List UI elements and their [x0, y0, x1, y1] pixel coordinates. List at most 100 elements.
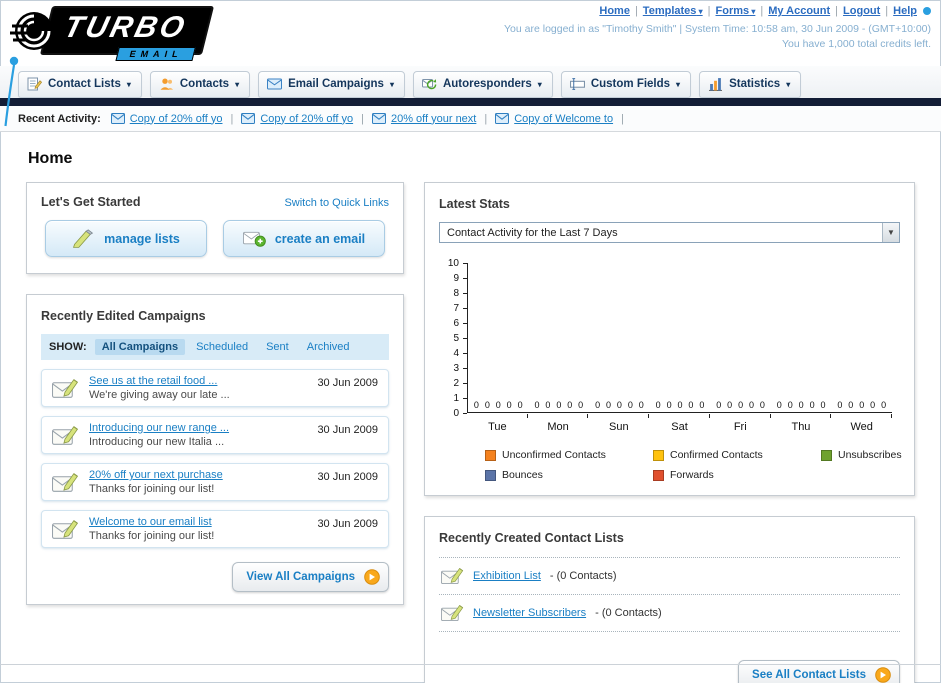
manage-lists-button[interactable]: manage lists [45, 220, 207, 257]
top-bar: TURBO EMAIL Home | Templates ▾ | Forms ▾ | My … [0, 0, 941, 127]
contact-list-row[interactable]: Exhibition List - (0 Contacts) [439, 558, 900, 595]
tab-email-campaigns[interactable]: Email Campaigns ▾ [258, 71, 405, 98]
chart-value: 0 [567, 400, 573, 410]
tab-statistics[interactable]: Statistics ▾ [699, 71, 802, 98]
y-axis-label: 9 [453, 273, 459, 284]
chart-plot-area: 00000000000000000000000000000000000 [467, 263, 892, 413]
recent-activity-link[interactable]: Copy of 20% off yo [260, 113, 353, 125]
campaign-subtitle: We're giving away our late ... [89, 389, 230, 401]
campaign-date: 30 Jun 2009 [317, 518, 378, 530]
chart-value: 0 [545, 400, 551, 410]
chevron-down-icon: ▼ [882, 223, 899, 242]
envelope-pencil-icon [52, 519, 79, 540]
chevron-down-icon: ▾ [749, 7, 756, 16]
chevron-down-icon: ▾ [389, 79, 394, 89]
contact-list-link[interactable]: Newsletter Subscribers [473, 607, 586, 619]
legend-item: Confirmed Contacts [653, 449, 821, 461]
chart-value: 0 [837, 400, 843, 410]
recent-activity-item[interactable]: Copy of 20% off yo [241, 113, 353, 125]
filter-archived[interactable]: Archived [300, 339, 357, 355]
recent-activity-link[interactable]: 20% off your next [391, 113, 476, 125]
top-link-home[interactable]: Home [599, 5, 630, 17]
stats-period-select[interactable]: Contact Activity for the Last 7 Days ▼ [439, 222, 900, 243]
tab-contact-lists[interactable]: Contact Lists ▾ [18, 71, 142, 98]
y-axis-label: 3 [453, 363, 459, 374]
y-axis-label: 8 [453, 288, 459, 299]
top-link-logout[interactable]: Logout [843, 5, 880, 17]
nav-divider-bar [0, 98, 941, 106]
contact-list-link[interactable]: Exhibition List [473, 570, 541, 582]
top-link-help[interactable]: Help [893, 5, 917, 17]
campaign-title-link[interactable]: Welcome to our email list [89, 516, 307, 528]
chart-value: 0 [534, 400, 540, 410]
campaign-title-link[interactable]: 20% off your next purchase [89, 469, 307, 481]
manage-lists-label: manage lists [104, 231, 180, 246]
tab-label: Contacts [179, 78, 230, 90]
chart-x-labels: Tue Mon Sun Sat Fri Thu Wed [467, 418, 892, 433]
logo-text: TURBO [60, 11, 191, 44]
legend-swatch [485, 449, 496, 461]
legend-item: Unconfirmed Contacts [485, 449, 653, 461]
chart-value: 0 [677, 400, 683, 410]
tab-label: Autoresponders [442, 78, 532, 90]
chart-value: 0 [787, 400, 793, 410]
top-link-forms[interactable]: Forms ▾ [716, 5, 756, 17]
link-separator: | [835, 5, 839, 17]
chart-value: 0 [798, 400, 804, 410]
logo-swoosh-icon [4, 56, 19, 127]
tab-autoresponders[interactable]: Autoresponders ▾ [412, 71, 553, 98]
filter-scheduled[interactable]: Scheduled [189, 339, 255, 355]
campaign-date: 30 Jun 2009 [317, 471, 378, 483]
y-axis-label: 2 [453, 378, 459, 389]
legend-label: Bounces [502, 469, 543, 481]
chart-value: 0 [616, 400, 622, 410]
create-an-email-button[interactable]: create an email [223, 220, 385, 257]
recent-activity-item[interactable]: 20% off your next [371, 113, 476, 125]
y-axis-tick [463, 413, 467, 414]
chart-values: 00000000000000000000000000000000000 [468, 401, 892, 410]
chevron-down-icon: ▾ [696, 7, 703, 16]
legend-swatch [821, 449, 832, 461]
filter-all-campaigns[interactable]: All Campaigns [94, 339, 186, 355]
chart-value: 0 [716, 400, 722, 410]
top-link-my-account[interactable]: My Account [768, 5, 830, 17]
contact-list-row[interactable]: Newsletter Subscribers - (0 Contacts) [439, 595, 900, 632]
campaign-row[interactable]: 20% off your next purchase Thanks for joi… [41, 463, 389, 501]
campaign-row[interactable]: Introducing our new range ... Introducing… [41, 416, 389, 454]
campaign-row[interactable]: Welcome to our email list Thanks for join… [41, 510, 389, 548]
view-all-campaigns-button[interactable]: View All Campaigns [232, 562, 389, 592]
campaign-title-link[interactable]: See us at the retail food ... [89, 375, 307, 387]
chart-value: 0 [556, 400, 562, 410]
campaign-subtitle: Thanks for joining our list! [89, 483, 215, 495]
logo-swirl-icon [10, 8, 56, 54]
login-info: You are logged in as "Timothy Smith" | S… [504, 23, 931, 35]
campaign-title-link[interactable]: Introducing our new range ... [89, 422, 307, 434]
tab-label: Custom Fields [590, 78, 671, 90]
activity-separator: | [230, 112, 234, 125]
tab-custom-fields[interactable]: Custom Fields ▾ [560, 71, 692, 98]
y-axis-label: 10 [447, 258, 459, 269]
contact-lists-panel-title: Recently Created Contact Lists [439, 531, 624, 545]
chevron-down-icon: ▾ [126, 79, 131, 89]
chevron-down-icon: ▾ [676, 79, 681, 89]
chart-value: 0 [848, 400, 854, 410]
recently-created-contact-lists-panel: Recently Created Contact Lists Exhibitio… [424, 516, 915, 683]
recent-activity-link[interactable]: Copy of Welcome to [514, 113, 613, 125]
tab-contacts[interactable]: Contacts ▾ [149, 71, 251, 98]
recent-activity-item[interactable]: Copy of Welcome to [495, 113, 613, 125]
campaign-row[interactable]: See us at the retail food ... We're givin… [41, 369, 389, 407]
top-link-templates[interactable]: Templates ▾ [643, 5, 703, 17]
logo-banner: TURBO EMAIL [39, 6, 214, 61]
filter-sent[interactable]: Sent [259, 339, 296, 355]
chart-value: 0 [605, 400, 611, 410]
recent-activity-link[interactable]: Copy of 20% off yo [130, 113, 223, 125]
contact-lists-icon [27, 77, 43, 91]
recent-activity-item[interactable]: Copy of 20% off yo [110, 113, 223, 125]
chart-legend: Unconfirmed Contacts Confirmed Contacts Un… [485, 449, 902, 481]
get-started-panel: Let's Get Started Switch to Quick Links … [26, 182, 404, 274]
chart-value: 0 [595, 400, 601, 410]
main-nav: Contact Lists ▾ Contacts ▾ Email Campaigns ▾ A… [0, 66, 941, 98]
switch-to-quick-links-link[interactable]: Switch to Quick Links [284, 197, 389, 209]
activity-separator: | [361, 112, 364, 125]
logo-subtext: EMAIL [115, 47, 196, 61]
